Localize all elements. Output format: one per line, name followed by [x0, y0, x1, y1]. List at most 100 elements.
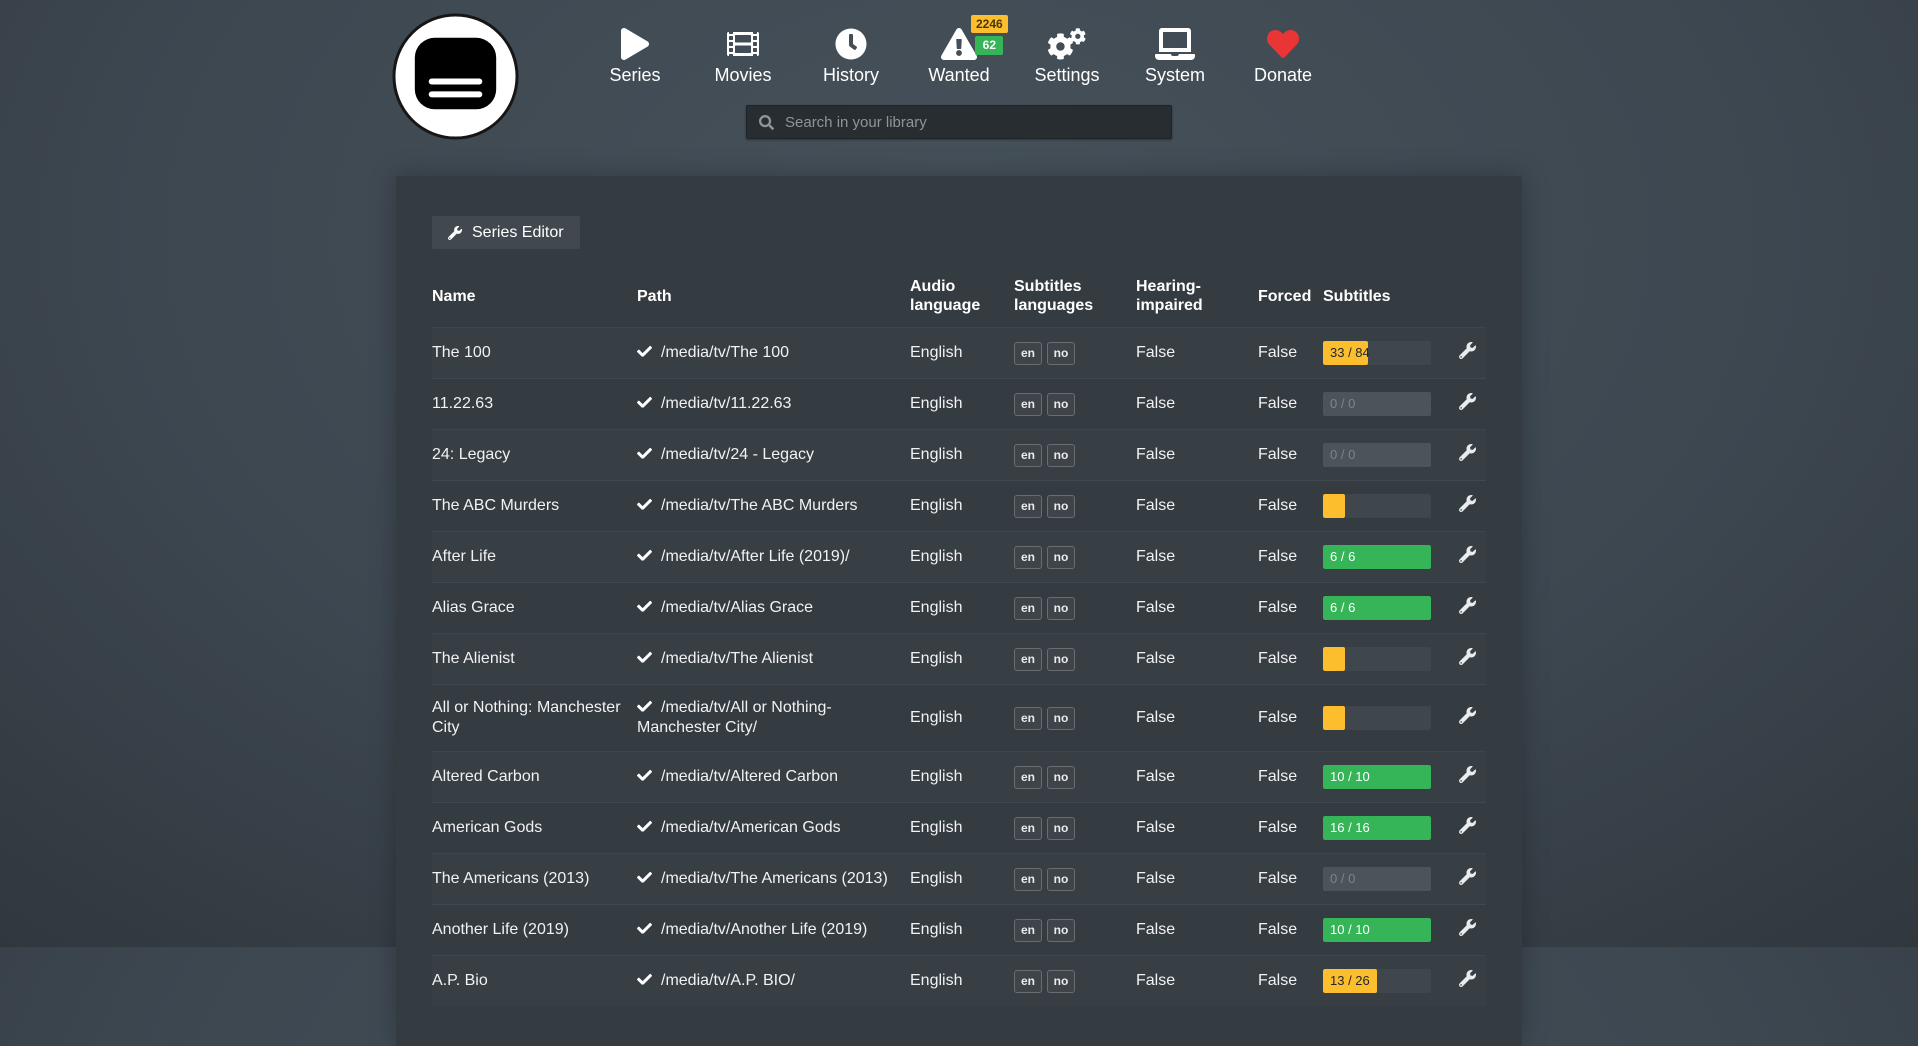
check-icon — [637, 870, 652, 885]
series-path: /media/tv/The Alienist — [661, 650, 813, 667]
table-row: The 100 /media/tv/The 100 English enno F… — [432, 328, 1486, 379]
subtitles-progress-label: 0 / 0 — [1330, 392, 1355, 416]
subtitle-languages: enno — [1014, 497, 1080, 514]
edit-series-button[interactable] — [1459, 546, 1476, 566]
series-path: /media/tv/A.P. BIO/ — [661, 972, 795, 989]
edit-series-button[interactable] — [1459, 970, 1476, 990]
check-icon — [637, 548, 652, 563]
edit-series-button[interactable] — [1459, 597, 1476, 617]
language-badge: en — [1014, 817, 1042, 839]
series-name[interactable]: The ABC Murders — [432, 497, 559, 514]
edit-series-button[interactable] — [1459, 342, 1476, 362]
nav-label: History — [823, 65, 879, 86]
series-name[interactable]: Altered Carbon — [432, 768, 540, 785]
hearing-impaired-value: False — [1136, 344, 1175, 361]
table-row: After Life /media/tv/After Life (2019)/ … — [432, 532, 1486, 583]
series-path: /media/tv/American Gods — [661, 819, 841, 836]
audio-language: English — [910, 344, 962, 361]
series-name[interactable]: Alias Grace — [432, 599, 515, 616]
subtitles-progress: 6 / 6 — [1323, 596, 1431, 620]
nav-item-series[interactable]: Series — [581, 24, 689, 86]
series-editor-button[interactable]: Series Editor — [432, 216, 580, 249]
nav-item-movies[interactable]: Movies — [689, 24, 797, 86]
forced-value: False — [1258, 819, 1297, 836]
language-badge: en — [1014, 393, 1042, 415]
audio-language: English — [910, 870, 962, 887]
series-path: /media/tv/The 100 — [661, 344, 789, 361]
film-icon — [727, 24, 759, 60]
language-badge: no — [1047, 707, 1075, 729]
series-name[interactable]: After Life — [432, 548, 496, 565]
subtitle-languages: enno — [1014, 599, 1080, 616]
language-badge: en — [1014, 970, 1042, 992]
subtitles-progress-label: 0 / 0 — [1330, 443, 1355, 467]
series-path: /media/tv/Altered Carbon — [661, 768, 838, 785]
subtitles-progress: 10 / 10 — [1323, 765, 1431, 789]
series-name[interactable]: 24: Legacy — [432, 446, 510, 463]
column-header-audio-language: Audio language — [910, 277, 1014, 328]
nav-label: Movies — [714, 65, 771, 86]
nav-item-history[interactable]: History — [797, 24, 905, 86]
subtitle-languages: enno — [1014, 921, 1080, 938]
edit-series-button[interactable] — [1459, 707, 1476, 727]
nav-item-donate[interactable]: Donate — [1229, 24, 1337, 86]
series-name[interactable]: A.P. Bio — [432, 972, 488, 989]
play-icon — [621, 24, 649, 60]
wrench-icon — [1459, 766, 1476, 783]
library-search-input[interactable] — [783, 113, 1159, 132]
hearing-impaired-value: False — [1136, 870, 1175, 887]
edit-series-button[interactable] — [1459, 495, 1476, 515]
language-badge: no — [1047, 546, 1075, 568]
laptop-icon — [1155, 24, 1195, 60]
series-name[interactable]: 11.22.63 — [432, 395, 493, 412]
check-icon — [637, 344, 652, 359]
edit-series-button[interactable] — [1459, 766, 1476, 786]
audio-language: English — [910, 446, 962, 463]
series-name[interactable]: American Gods — [432, 819, 542, 836]
series-name[interactable]: The 100 — [432, 344, 491, 361]
subtitle-languages: enno — [1014, 819, 1080, 836]
check-icon — [637, 497, 652, 512]
page-background: { "colors": { "accent_yellow": "#fcbe2d"… — [0, 0, 1918, 947]
forced-value: False — [1258, 870, 1297, 887]
series-path: /media/tv/24 - Legacy — [661, 446, 814, 463]
language-badge: no — [1047, 444, 1075, 466]
table-row: Alias Grace /media/tv/Alias Grace Englis… — [432, 583, 1486, 634]
edit-series-button[interactable] — [1459, 817, 1476, 837]
subtitles-progress — [1323, 494, 1431, 518]
edit-series-button[interactable] — [1459, 444, 1476, 464]
language-badge: en — [1014, 342, 1042, 364]
edit-series-button[interactable] — [1459, 919, 1476, 939]
edit-series-button[interactable] — [1459, 393, 1476, 413]
subtitles-progress: 0 / 0 — [1323, 443, 1431, 467]
table-row: Another Life (2019) /media/tv/Another Li… — [432, 905, 1486, 956]
nav-item-settings[interactable]: Settings — [1013, 24, 1121, 86]
edit-series-button[interactable] — [1459, 868, 1476, 888]
nav-item-system[interactable]: System — [1121, 24, 1229, 86]
language-badge: no — [1047, 868, 1075, 890]
hearing-impaired-value: False — [1136, 921, 1175, 938]
wrench-icon — [1459, 868, 1476, 885]
hearing-impaired-value: False — [1136, 709, 1175, 726]
table-row: Altered Carbon /media/tv/Altered Carbon … — [432, 752, 1486, 803]
series-name[interactable]: The Alienist — [432, 650, 515, 667]
subtitles-progress-label: 0 / 0 — [1330, 867, 1355, 891]
series-name[interactable]: The Americans (2013) — [432, 870, 589, 887]
series-name[interactable]: Another Life (2019) — [432, 921, 569, 938]
audio-language: English — [910, 921, 962, 938]
nav-item-wanted[interactable]: Wanted 2246 62 — [905, 24, 1013, 86]
subtitles-progress: 13 / 26 — [1323, 969, 1431, 993]
table-row: All or Nothing: Manchester City /media/t… — [432, 685, 1486, 752]
table-row: A.P. Bio /media/tv/A.P. BIO/ English enn… — [432, 956, 1486, 1007]
audio-language: English — [910, 599, 962, 616]
hearing-impaired-value: False — [1136, 446, 1175, 463]
language-badge: no — [1047, 393, 1075, 415]
forced-value: False — [1258, 344, 1297, 361]
language-badge: en — [1014, 648, 1042, 670]
nav-label: Wanted — [928, 65, 989, 86]
series-name[interactable]: All or Nothing: Manchester City — [432, 699, 621, 736]
check-icon — [637, 650, 652, 665]
subtitles-progress-label: 33 / 84 — [1330, 341, 1370, 365]
column-header-actions — [1458, 277, 1486, 328]
edit-series-button[interactable] — [1459, 648, 1476, 668]
